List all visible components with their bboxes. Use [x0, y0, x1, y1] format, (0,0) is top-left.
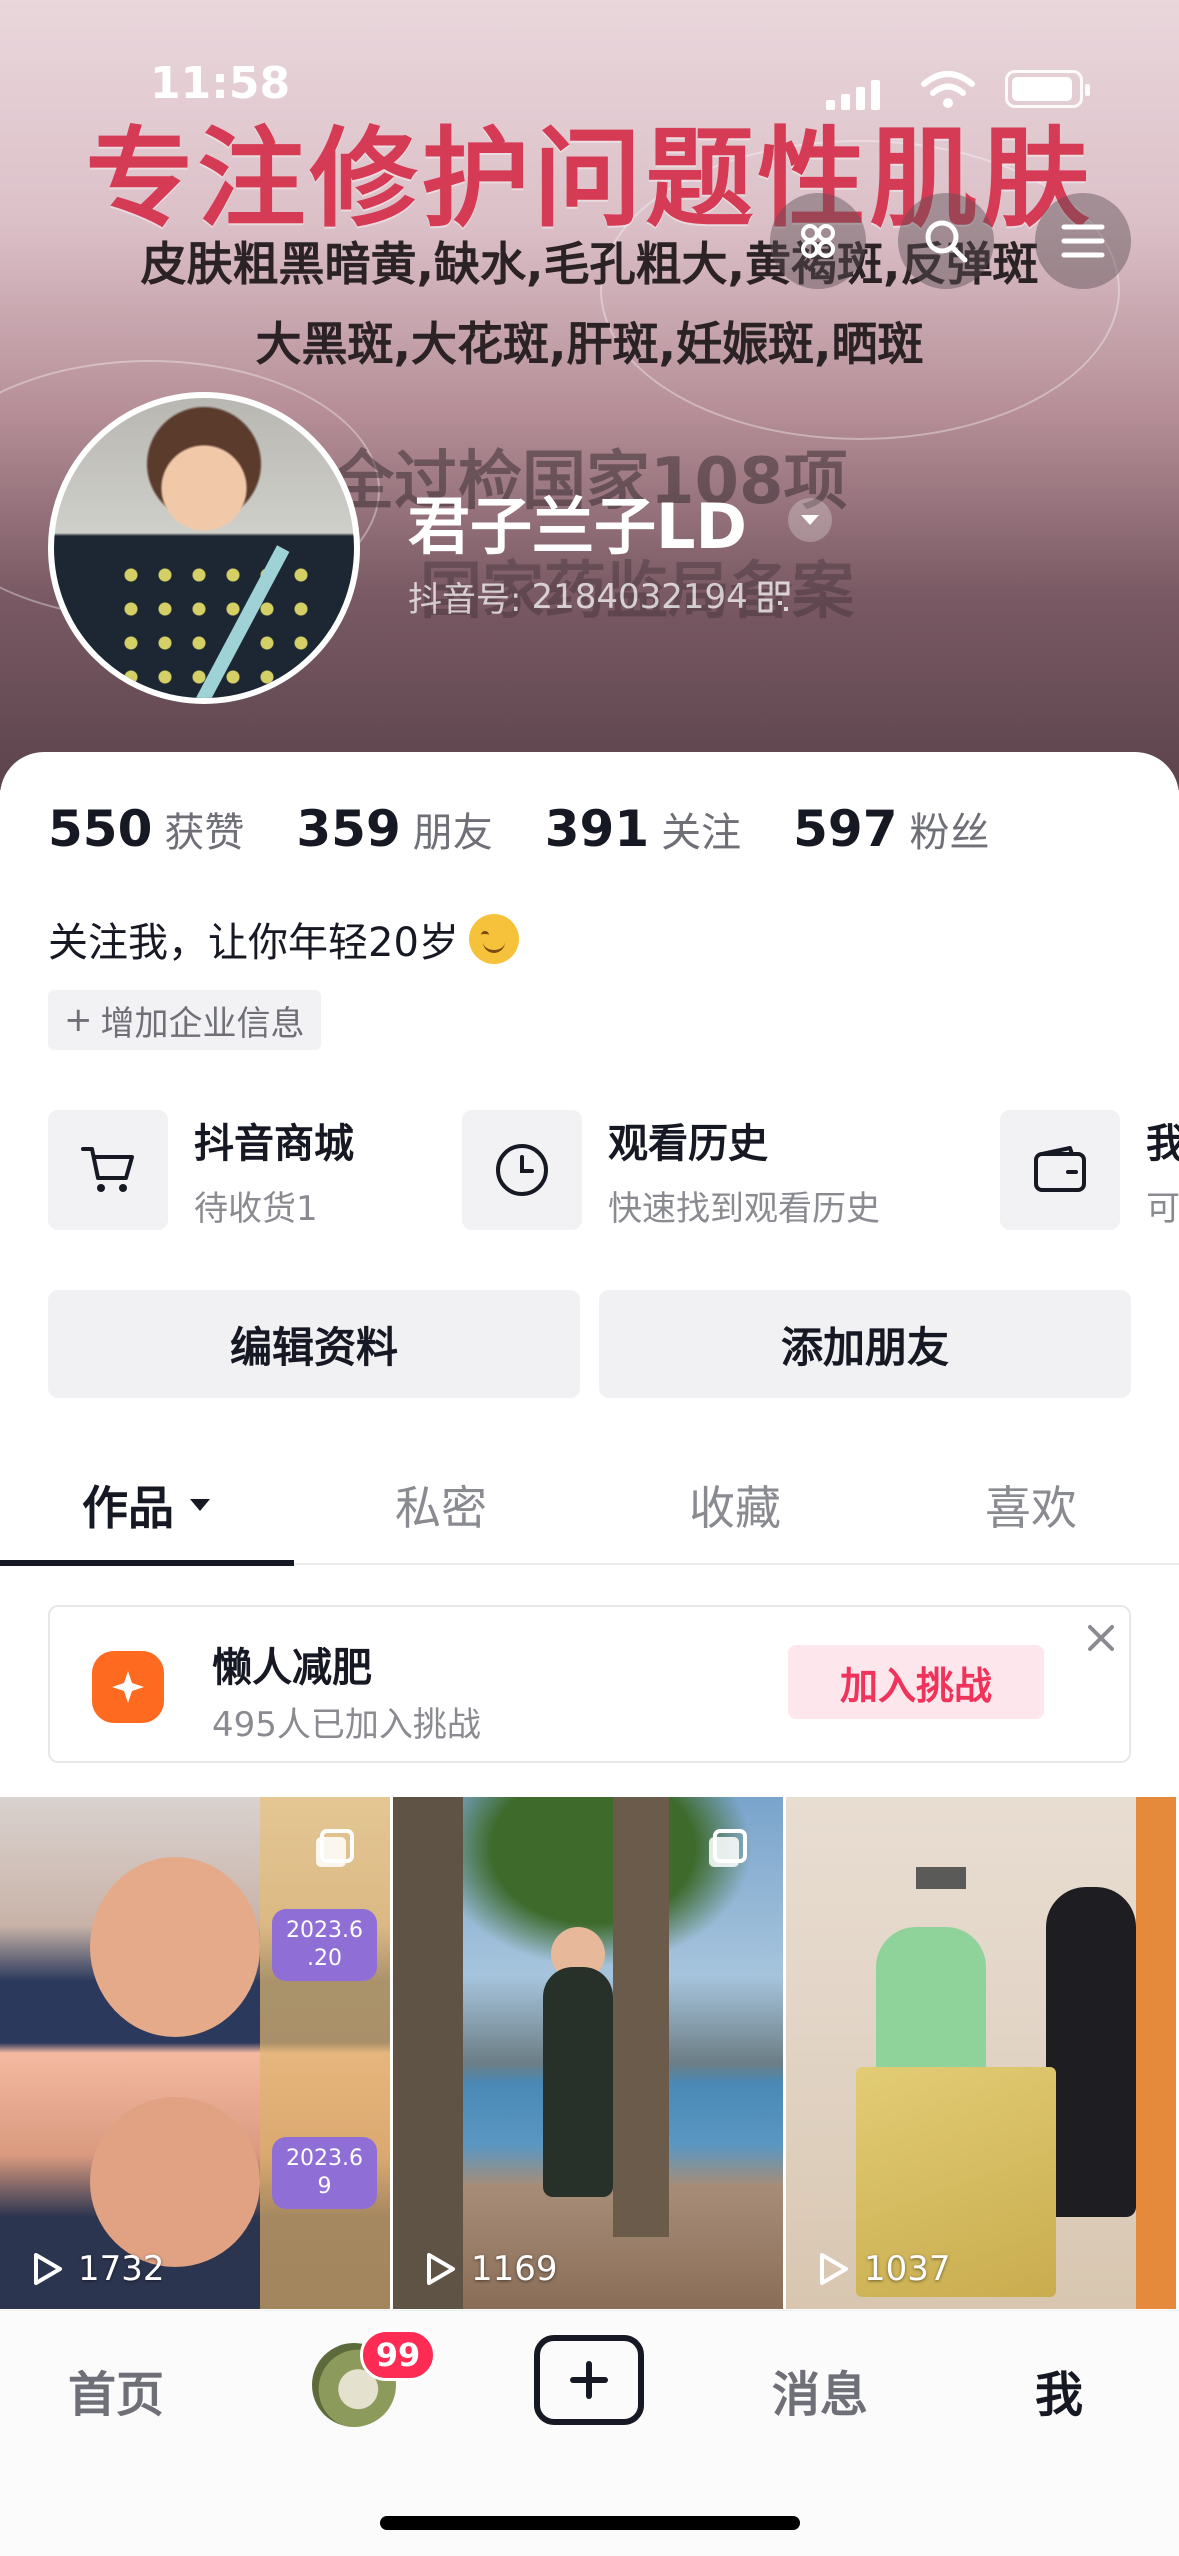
- play-count-value: 1037: [864, 2249, 951, 2289]
- play-count: 1037: [816, 2249, 951, 2289]
- stat-number: 391: [544, 800, 650, 858]
- tab-label: 作品: [82, 1481, 174, 1535]
- service-title: 我: [1146, 1120, 1179, 1167]
- challenge-subtitle: 495人已加入挑战: [212, 1705, 481, 1745]
- cart-icon: [48, 1110, 168, 1230]
- battery-icon: [1005, 70, 1090, 108]
- service-mall[interactable]: 抖音商城 待收货1: [48, 1110, 354, 1230]
- service-subtitle: 可: [1146, 1188, 1179, 1229]
- content-tabs: 作品 私密 收藏 喜欢: [0, 1455, 1179, 1565]
- qr-code-icon[interactable]: [758, 581, 790, 613]
- plus-icon: [570, 2361, 608, 2399]
- profile-id-row[interactable]: 抖音号: 2184032194: [408, 572, 790, 621]
- multi-image-icon: [709, 1829, 747, 1867]
- caret-down-icon: [190, 1499, 210, 1511]
- people-icon: [801, 224, 835, 258]
- tab-private[interactable]: 私密: [294, 1455, 588, 1555]
- edit-profile-button[interactable]: 编辑资料: [48, 1290, 580, 1398]
- challenge-icon: [92, 1651, 164, 1723]
- menu-button[interactable]: [1035, 193, 1131, 289]
- banner-headline: 专注修护问题性肌肤: [85, 117, 1094, 242]
- wallet-icon: [1000, 1110, 1120, 1230]
- status-time: 11:58: [150, 58, 291, 109]
- nav-me[interactable]: 我: [1035, 2355, 1083, 2425]
- tab-favorites[interactable]: 收藏: [588, 1455, 882, 1555]
- video-thumbnail[interactable]: 2023.6.20 2023.6 9 1732: [0, 1797, 390, 2309]
- plus-icon: +: [64, 1000, 93, 1040]
- wifi-icon: [921, 71, 975, 108]
- profile-banner[interactable]: 专注修护问题性肌肤 皮肤粗黑暗黄,缺水,毛孔粗大,黄褐斑,反弹斑 大黑斑,大花斑…: [0, 0, 1179, 790]
- profile-name[interactable]: 君子兰子LD: [408, 476, 747, 566]
- stat-following[interactable]: 391 关注: [545, 800, 741, 858]
- add-friend-button[interactable]: 添加朋友: [599, 1290, 1131, 1398]
- play-icon: [820, 2253, 848, 2285]
- create-button[interactable]: [534, 2335, 644, 2425]
- stat-label: 朋友: [412, 810, 493, 856]
- stat-label: 获赞: [164, 810, 245, 856]
- video-thumbnail[interactable]: 1037: [786, 1797, 1176, 2309]
- bio-text: 关注我，让你年轻20岁: [48, 920, 459, 966]
- stat-number: 597: [793, 800, 898, 858]
- chevron-down-icon[interactable]: [788, 498, 832, 542]
- home-indicator: [380, 2516, 800, 2530]
- service-subtitle: 待收货1: [194, 1188, 318, 1229]
- clock-icon: [462, 1110, 582, 1230]
- video-thumbnail[interactable]: 1169: [393, 1797, 783, 2309]
- play-count: 1169: [423, 2249, 558, 2289]
- close-icon[interactable]: [1080, 1617, 1122, 1659]
- search-button[interactable]: [898, 193, 994, 289]
- service-title: 观看历史: [608, 1120, 768, 1167]
- banner-text-line: 大黑斑,大花斑,肝斑,妊娠斑,晒斑: [255, 317, 924, 371]
- service-wallet[interactable]: 我 可: [1000, 1110, 1179, 1230]
- play-icon: [427, 2253, 455, 2285]
- stat-number: 359: [296, 800, 401, 858]
- challenge-card[interactable]: 懒人减肥 495人已加入挑战 加入挑战: [48, 1605, 1131, 1763]
- nav-messages[interactable]: 消息: [772, 2355, 868, 2425]
- multi-image-icon: [316, 1829, 354, 1867]
- challenge-title: 懒人减肥: [212, 1645, 372, 1691]
- add-business-label: 增加企业信息: [100, 1003, 305, 1044]
- photo-date-tag: 2023.6 9: [272, 2137, 377, 2209]
- profile-id-label: 抖音号:: [408, 580, 522, 620]
- photo-date-tag: 2023.6.20: [272, 1909, 377, 1981]
- service-subtitle: 快速找到观看历史: [608, 1188, 880, 1229]
- play-icon: [34, 2253, 62, 2285]
- stat-number: 550: [48, 800, 153, 858]
- join-challenge-button[interactable]: 加入挑战: [788, 1645, 1044, 1719]
- stat-friends[interactable]: 359 朋友: [296, 800, 492, 858]
- banner-text-line: 皮肤粗黑暗黄,缺水,毛孔粗大,黄褐斑,反弹斑: [140, 237, 1039, 291]
- tab-works[interactable]: 作品: [0, 1455, 294, 1555]
- signal-icon: [826, 80, 880, 110]
- find-friends-button[interactable]: [770, 193, 866, 289]
- tab-likes[interactable]: 喜欢: [884, 1455, 1178, 1555]
- hamburger-icon: [1061, 224, 1105, 258]
- add-business-info-button[interactable]: + 增加企业信息: [48, 990, 321, 1050]
- profile-id-value: 2184032194: [531, 576, 748, 617]
- profile-bio: 关注我，让你年轻20岁: [48, 910, 519, 968]
- stats-row: 550 获赞 359 朋友 391 关注 597 粉丝: [48, 800, 1042, 858]
- service-history[interactable]: 观看历史 快速找到观看历史: [462, 1110, 880, 1230]
- play-count-value: 1732: [78, 2249, 165, 2289]
- active-tab-indicator: [0, 1560, 294, 1566]
- stat-label: 粉丝: [909, 810, 990, 856]
- nav-home[interactable]: 首页: [68, 2355, 164, 2425]
- search-icon: [925, 220, 968, 263]
- stat-label: 关注: [661, 810, 742, 856]
- service-title: 抖音商城: [194, 1120, 354, 1167]
- play-count: 1732: [30, 2249, 165, 2289]
- smile-emoji-icon: [468, 914, 519, 964]
- stat-likes[interactable]: 550 获赞: [48, 800, 244, 858]
- stat-followers[interactable]: 597 粉丝: [793, 800, 989, 858]
- profile-avatar[interactable]: [48, 392, 360, 704]
- notification-badge: 99: [360, 2329, 436, 2381]
- play-count-value: 1169: [471, 2249, 558, 2289]
